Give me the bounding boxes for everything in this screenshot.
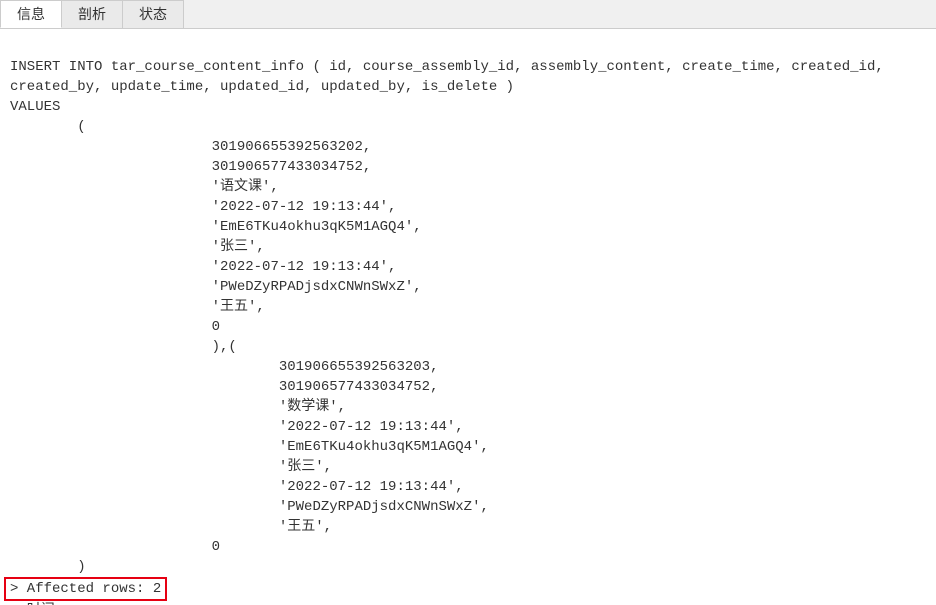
sql-line: ) <box>10 559 86 575</box>
sql-value: '张三', <box>10 239 265 255</box>
sql-value: '2022-07-12 19:13:44', <box>10 199 396 215</box>
sql-line: ( <box>10 119 86 135</box>
tab-bar: 信息 剖析 状态 <box>0 0 936 29</box>
sql-line: created_by, update_time, updated_id, upd… <box>10 79 514 95</box>
sql-value: 301906577433034752, <box>10 379 438 395</box>
sql-line: VALUES <box>10 99 60 115</box>
message-content: INSERT INTO tar_course_content_info ( id… <box>0 29 936 605</box>
tab-status[interactable]: 状态 <box>122 0 184 28</box>
tab-info[interactable]: 信息 <box>0 0 62 28</box>
sql-value: 301906655392563203, <box>10 359 438 375</box>
tab-profile[interactable]: 剖析 <box>61 0 123 28</box>
sql-value: 0 <box>10 539 220 555</box>
sql-value: 'PWeDZyRPADjsdxCNWnSWxZ', <box>10 279 422 295</box>
sql-line: INSERT INTO tar_course_content_info ( id… <box>10 59 884 75</box>
sql-value: '2022-07-12 19:13:44', <box>10 419 464 435</box>
sql-value: 0 <box>10 319 220 335</box>
sql-value: '王五', <box>10 299 265 315</box>
sql-value: 301906577433034752, <box>10 159 371 175</box>
sql-value: '2022-07-12 19:13:44', <box>10 259 396 275</box>
sql-value: '数学课', <box>10 399 346 415</box>
sql-value: 301906655392563202, <box>10 139 371 155</box>
sql-value: '张三', <box>10 459 332 475</box>
sql-value: 'PWeDZyRPADjsdxCNWnSWxZ', <box>10 499 489 515</box>
affected-rows-highlight: > Affected rows: 2 <box>4 577 167 601</box>
sql-value: ),( <box>10 339 237 355</box>
sql-value: 'EmE6TKu4okhu3qK5M1AGQ4', <box>10 439 489 455</box>
affected-rows: > Affected rows: 2 <box>10 581 161 597</box>
sql-value: '语文课', <box>10 179 279 195</box>
sql-value: 'EmE6TKu4okhu3qK5M1AGQ4', <box>10 219 422 235</box>
sql-value: '王五', <box>10 519 332 535</box>
sql-value: '2022-07-12 19:13:44', <box>10 479 464 495</box>
